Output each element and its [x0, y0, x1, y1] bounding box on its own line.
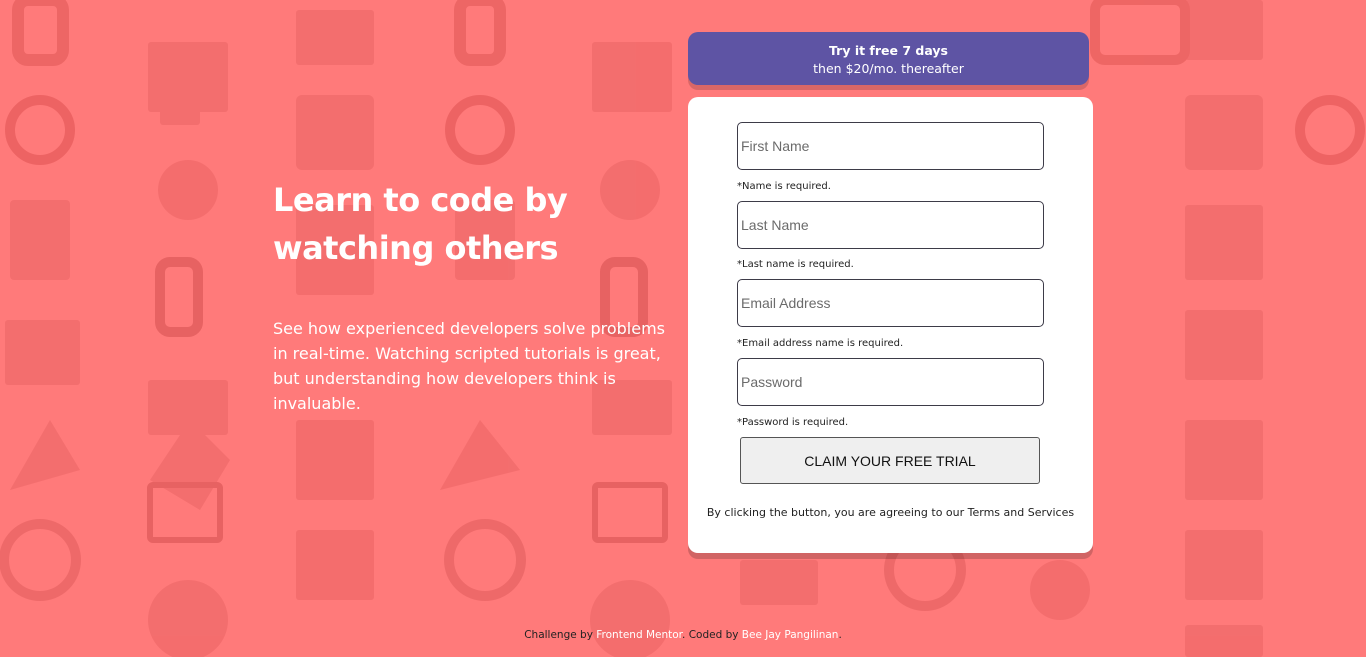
hero-title-line1: Learn to code by: [273, 181, 568, 219]
background-pattern-art: [0, 0, 1365, 657]
signup-form: *Name is required. *Last name is require…: [688, 97, 1093, 553]
email-error: *Email address name is required.: [737, 338, 904, 349]
footer-suffix: .: [838, 629, 842, 641]
first-name-error: *Name is required.: [737, 181, 831, 192]
trial-banner: Try it free 7 days then $20/mo. thereaft…: [688, 32, 1089, 85]
password-error: *Password is required.: [737, 417, 849, 428]
footer-middle: . Coded by: [682, 629, 742, 641]
terms-prefix: By clicking the button, you are agreeing…: [706, 506, 968, 519]
hero-title-line2: watching others: [273, 229, 559, 267]
last-name-input[interactable]: [737, 201, 1044, 249]
hero-section: Learn to code by watching others See how…: [273, 176, 673, 416]
terms-link[interactable]: Terms and Services: [968, 506, 1074, 519]
frontend-mentor-link[interactable]: Frontend Mentor: [596, 629, 682, 641]
banner-text: then $20/mo. thereafter: [813, 61, 964, 76]
footer-prefix: Challenge by: [524, 629, 597, 641]
banner-bold-text: Try it free 7 days: [829, 43, 948, 58]
password-input[interactable]: [737, 358, 1044, 406]
hero-description: See how experienced developers solve pro…: [273, 319, 666, 413]
email-input[interactable]: [737, 279, 1044, 327]
claim-trial-button[interactable]: CLAIM YOUR FREE TRIAL: [740, 437, 1040, 484]
last-name-error: *Last name is required.: [737, 259, 854, 270]
attribution-footer: Challenge by Frontend Mentor. Coded by B…: [0, 629, 1366, 641]
terms-notice: By clicking the button, you are agreeing…: [688, 506, 1093, 519]
hero-title: Learn to code by watching others: [273, 176, 673, 272]
background-pattern: [0, 0, 1366, 657]
author-link[interactable]: Bee Jay Pangilinan: [742, 629, 839, 641]
first-name-input[interactable]: [737, 122, 1044, 170]
